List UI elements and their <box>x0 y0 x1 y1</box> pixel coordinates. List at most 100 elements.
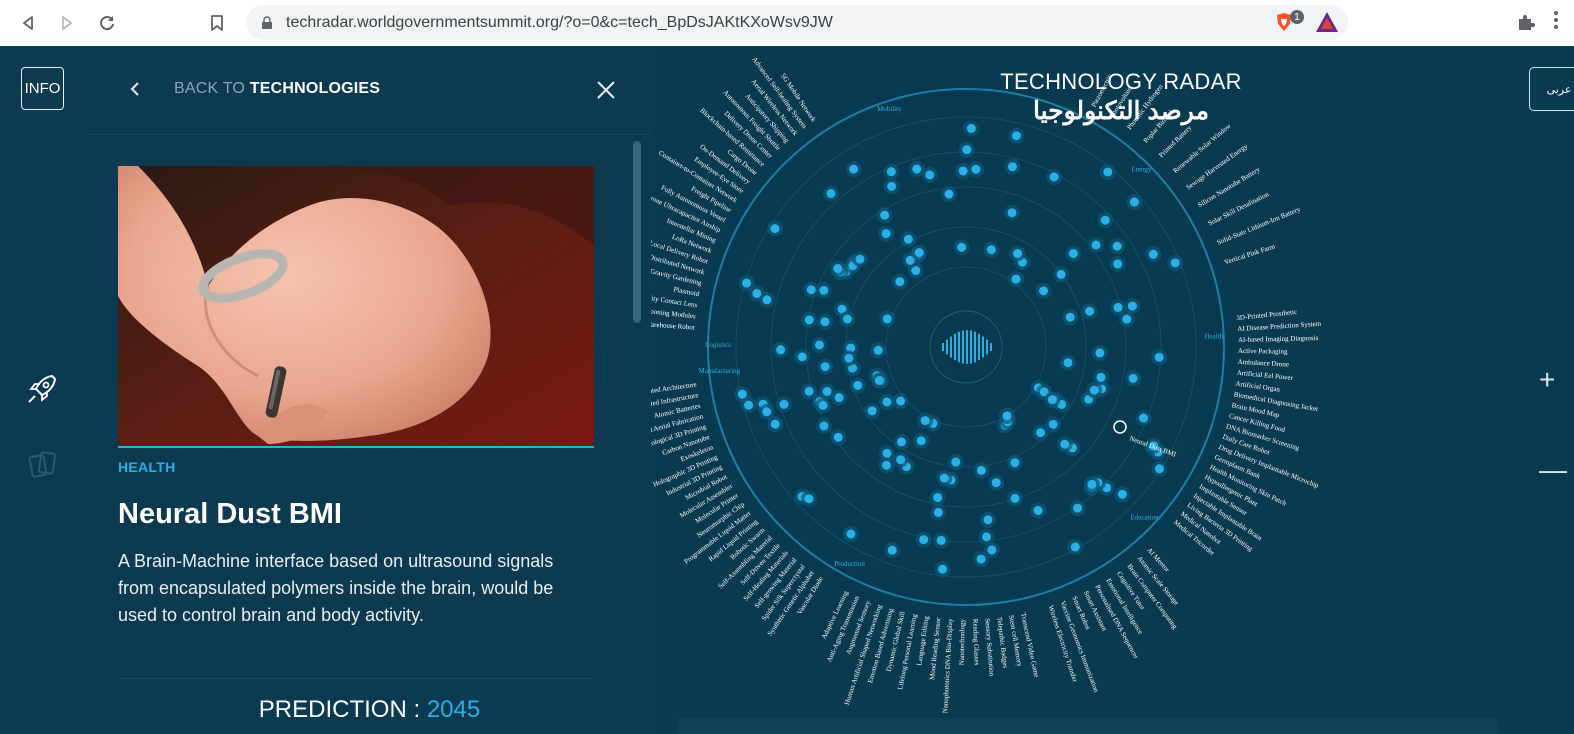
radar-blip <box>804 315 814 325</box>
radar-blip <box>933 508 943 518</box>
chevron-left-icon[interactable] <box>128 78 142 100</box>
radar-blip <box>867 406 877 416</box>
radar-blip <box>1065 312 1075 322</box>
compare-cards-icon[interactable] <box>27 448 59 480</box>
radar-blip <box>1103 167 1113 177</box>
close-icon[interactable] <box>595 79 617 101</box>
radar-blip <box>752 288 762 298</box>
radar-blip <box>804 494 814 504</box>
radar-blip <box>1047 395 1057 405</box>
radar-blip <box>971 164 981 174</box>
browser-toolbar: techradar.worldgovernmentsummit.org/?o=0… <box>0 0 1574 47</box>
address-bar[interactable]: techradar.worldgovernmentsummit.org/?o=0… <box>246 5 1348 40</box>
radar-blip <box>1122 314 1132 324</box>
radar-bottom-strip <box>677 718 1497 734</box>
radar-blip <box>1011 131 1021 141</box>
radar-blip <box>919 535 929 545</box>
zoom-out-button[interactable]: — <box>1539 456 1567 484</box>
forward-icon[interactable] <box>53 9 81 37</box>
radar-blip <box>833 263 843 273</box>
radar-blip <box>1113 259 1123 269</box>
radar-tech-label: Nanotechnology <box>958 618 967 665</box>
radar-blip <box>874 376 884 386</box>
tech-radar-app: INFO BACK TO TECHNOLOGIES HEALTH Neural … <box>0 46 1574 734</box>
radar-tech-label: AI-based Imaging Diagnosis <box>1238 334 1319 344</box>
brave-rewards-icon[interactable] <box>1315 11 1339 33</box>
radar-blip <box>1089 385 1099 395</box>
radar-blip <box>976 554 986 564</box>
center-wave-bar <box>950 336 952 358</box>
info-button[interactable]: INFO <box>21 67 64 110</box>
radar-tech-label: Warehouse Robot <box>651 320 695 331</box>
radar-tech-label: Vertical Pink Farm <box>1223 242 1276 266</box>
radar-blip <box>1033 505 1043 515</box>
radar-chart[interactable]: PiezoelectricPhotovoltaicPhotonic Hydrog… <box>651 46 1574 734</box>
radar-blip <box>849 164 859 174</box>
radar-blip <box>982 532 992 542</box>
radar-blip <box>1063 358 1073 368</box>
radar-blip <box>1148 249 1158 259</box>
radar-blip <box>881 460 891 470</box>
panel-scrollbar[interactable] <box>633 141 641 323</box>
radar-blip <box>1060 439 1070 449</box>
radar-blip <box>1013 249 1023 259</box>
radar-blip <box>1154 464 1164 474</box>
radar-blip <box>822 386 832 396</box>
radar-tech-label: Ambulance Drone <box>1237 358 1289 369</box>
center-wave-bar <box>942 343 944 351</box>
rocket-icon[interactable] <box>25 372 59 406</box>
radar-blip <box>1039 286 1049 296</box>
radar-blip <box>1010 458 1020 468</box>
center-wave-bar <box>966 330 968 364</box>
radar-blip <box>820 362 830 372</box>
radar-blip <box>920 416 930 426</box>
radar-blip <box>1095 348 1105 358</box>
browser-menu-icon[interactable] <box>1553 10 1574 36</box>
radar-blip <box>880 210 890 220</box>
back-icon[interactable] <box>14 9 42 37</box>
radar-sector-label: Education <box>1130 513 1159 521</box>
zoom-in-button[interactable]: + <box>1539 366 1561 394</box>
extensions-puzzle-icon[interactable] <box>1516 12 1536 32</box>
radar-blip <box>896 455 906 465</box>
language-toggle-button[interactable]: عربى <box>1529 67 1574 111</box>
radar-blip <box>1129 197 1139 207</box>
radar-blip <box>744 400 754 410</box>
radar-blip <box>806 285 816 295</box>
radar-blip <box>770 419 780 429</box>
radar-blip <box>958 166 968 176</box>
radar-sector-label: Health <box>1205 332 1224 340</box>
radar-blip <box>951 457 961 467</box>
radar-blip <box>1117 489 1127 499</box>
radar-blip <box>842 314 852 324</box>
radar-tech-label: AI Disease Prediction System <box>1237 320 1322 333</box>
radar-blip <box>1100 215 1110 225</box>
radar-blip <box>818 400 828 410</box>
bookmark-icon[interactable] <box>203 9 231 37</box>
radar-sector-label: Production <box>834 560 865 568</box>
radar-blip <box>936 535 946 545</box>
radar-tech-label: Reading Glasses <box>971 619 981 666</box>
radar-blip <box>737 389 747 399</box>
back-to-technologies-link[interactable]: BACK TO TECHNOLOGIES <box>174 80 380 98</box>
prediction-row: PREDICTION : 2045 <box>88 696 651 724</box>
radar-blip <box>1007 208 1017 218</box>
radar-blip <box>1127 301 1137 311</box>
radar-blip <box>762 407 772 417</box>
radar-title-english: TECHNOLOGY RADAR <box>1000 69 1242 94</box>
radar-blip <box>776 345 786 355</box>
radar-blip <box>944 189 954 199</box>
radar-blip <box>914 248 924 258</box>
radar-sector-label: Mobility <box>877 105 902 113</box>
radar-blip <box>873 345 883 355</box>
reload-icon[interactable] <box>93 9 121 37</box>
radar-blip <box>1056 269 1066 279</box>
technology-description: A Brain-Machine interface based on ultra… <box>118 551 554 625</box>
radar-blip <box>770 224 780 234</box>
center-wave-bar <box>970 330 972 364</box>
radar-blip <box>1036 428 1046 438</box>
radar-blip <box>1002 411 1012 421</box>
radar-blip <box>881 229 891 239</box>
radar-blip <box>1170 258 1180 268</box>
radar-blip <box>820 317 830 327</box>
